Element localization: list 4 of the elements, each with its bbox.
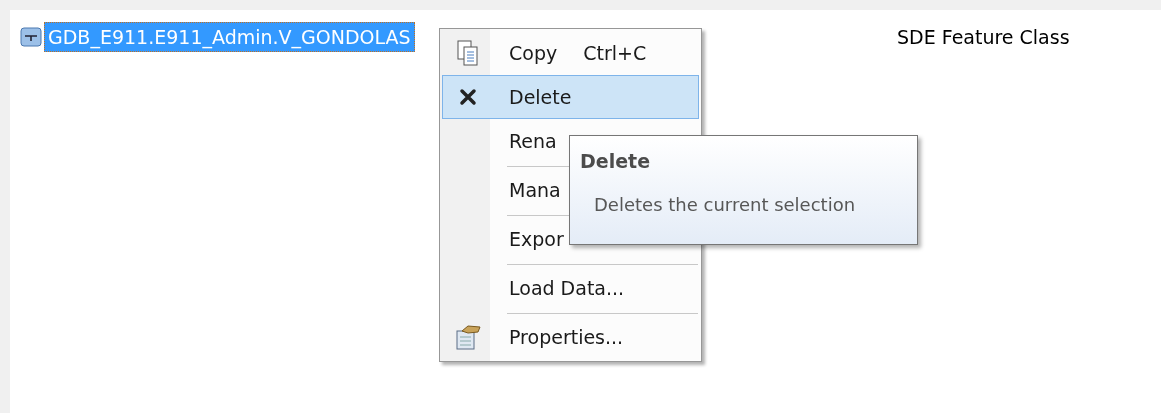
item-type: SDE Feature Class: [897, 25, 1070, 50]
tooltip-description: Deletes the current selection: [594, 194, 857, 215]
tooltip-title: Delete: [580, 150, 652, 172]
shortcut: Ctrl+C: [583, 42, 647, 64]
